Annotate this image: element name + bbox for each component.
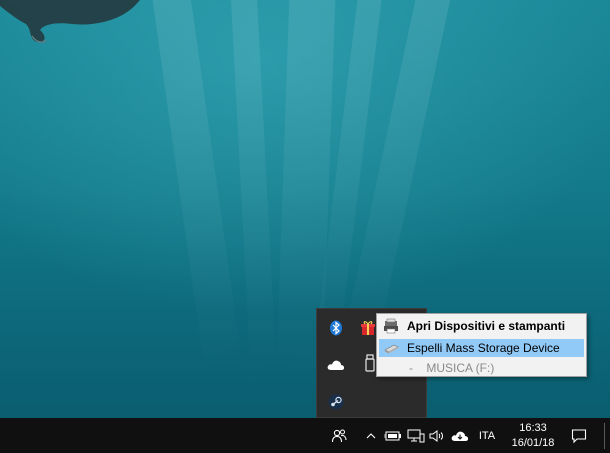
onedrive-icon[interactable] <box>325 354 347 376</box>
bluetooth-icon[interactable] <box>325 317 347 339</box>
people-icon[interactable] <box>326 418 352 453</box>
onedrive-tray-icon[interactable] <box>449 418 471 453</box>
menu-item-label: Espelli Mass Storage Device <box>407 341 560 355</box>
menu-item-musica-volume: - MUSICA (F:) <box>379 359 584 377</box>
context-menu: Apri Dispositivi e stampanti Espelli Mas… <box>376 313 587 377</box>
menu-item-eject-mass-storage[interactable]: Espelli Mass Storage Device <box>379 339 584 357</box>
menu-item-label: Apri Dispositivi e stampanti <box>407 319 566 333</box>
clock-date: 16/01/18 <box>511 437 555 449</box>
battery-icon[interactable] <box>382 418 404 453</box>
devices-printers-icon <box>383 318 399 334</box>
taskbar: ITA 16:33 16/01/18 <box>0 418 610 453</box>
network-icon[interactable] <box>405 418 427 453</box>
show-hidden-icons-chevron[interactable] <box>362 418 380 453</box>
clock[interactable]: 16:33 16/01/18 <box>505 420 561 452</box>
clock-time: 16:33 <box>519 422 547 434</box>
volume-icon[interactable] <box>427 418 447 453</box>
action-center-icon[interactable] <box>566 418 592 453</box>
language-indicator[interactable]: ITA <box>474 418 500 453</box>
menu-item-open-devices-printers[interactable]: Apri Dispositivi e stampanti <box>379 317 584 335</box>
steam-icon[interactable] <box>325 391 347 413</box>
usb-drive-icon <box>383 340 399 356</box>
swimmer-silhouette <box>0 0 140 43</box>
show-desktop-button[interactable] <box>604 423 610 449</box>
menu-item-label: - MUSICA (F:) <box>409 361 495 375</box>
